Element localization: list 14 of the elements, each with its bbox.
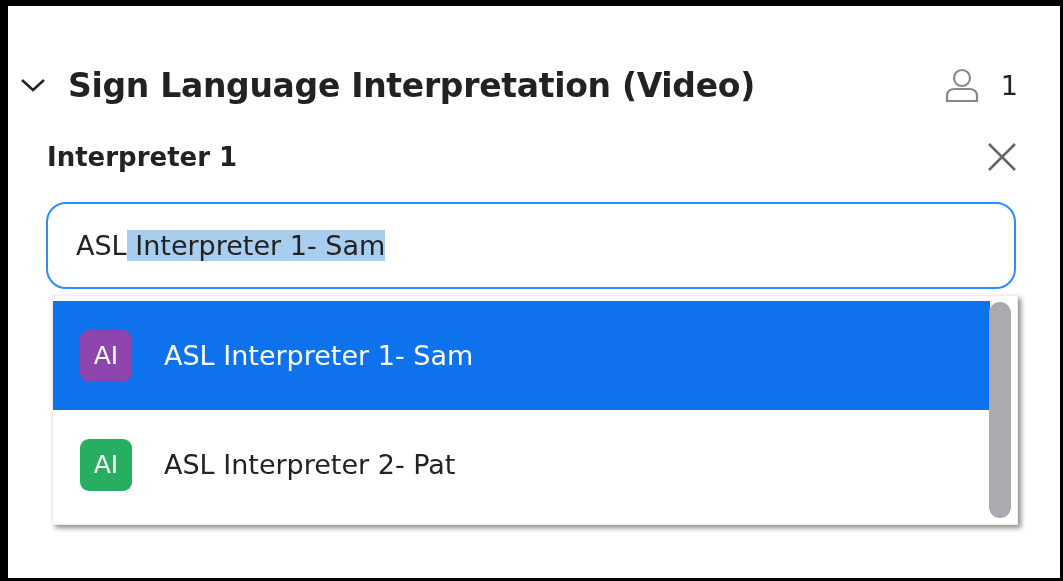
person-icon (944, 67, 979, 103)
interpreter-label: Interpreter 1 (47, 142, 238, 172)
suggestion-name: ASL Interpreter 1- Sam (164, 340, 474, 371)
suggestion-item[interactable]: AI ASL Interpreter 1- Sam (53, 301, 990, 410)
close-icon[interactable] (987, 142, 1017, 172)
avatar: AI (80, 329, 132, 382)
chevron-icon[interactable] (20, 77, 46, 93)
participant-count: 1 (1000, 69, 1018, 101)
suggestion-item[interactable]: AI ASL Interpreter 2- Pat (53, 410, 990, 519)
scrollbar[interactable] (989, 302, 1011, 518)
avatar: AI (80, 438, 132, 491)
suggestion-name: ASL Interpreter 2- Pat (164, 449, 456, 480)
section-title: Sign Language Interpretation (Video) (68, 65, 755, 105)
input-field[interactable]: ASL Interpreter 1- Sam (46, 202, 1016, 289)
